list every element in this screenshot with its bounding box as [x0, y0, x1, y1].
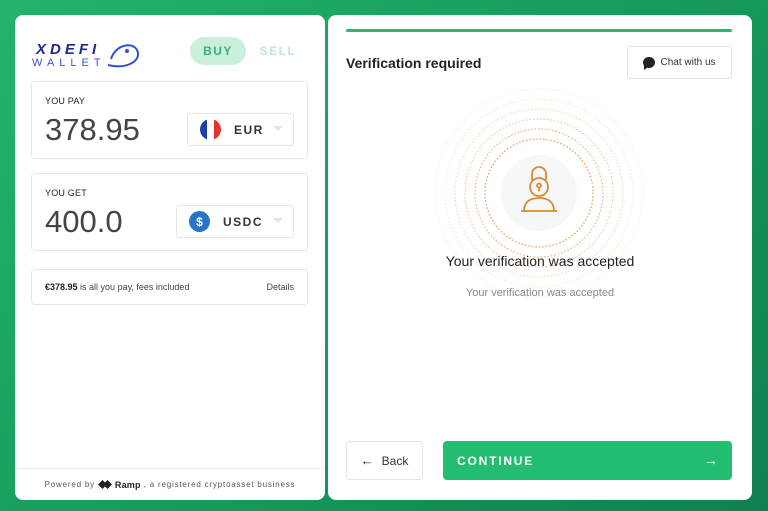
get-currency-code: USDC [223, 214, 264, 229]
chevron-down-icon [273, 218, 283, 223]
continue-button[interactable]: CONTINUE → [443, 441, 732, 480]
purchase-panel: XDEFI WALLET BUY SELL YOU PAY 378.95 EUR… [15, 15, 325, 500]
buy-tab[interactable]: BUY [190, 37, 246, 65]
xdefi-wallet-logo: XDEFI WALLET [32, 39, 142, 73]
you-get-field: YOU GET 400.0 $ USDC [31, 173, 308, 251]
powered-by-footer: Powered by Ramp , a registered cryptoass… [15, 468, 325, 500]
back-button[interactable]: ← Back [346, 441, 423, 480]
footer-prefix: Powered by [44, 480, 95, 489]
pay-currency-select[interactable]: EUR [187, 113, 294, 146]
arrow-right-icon: → [704, 452, 718, 468]
get-currency-select[interactable]: $ USDC [176, 205, 294, 238]
fee-amount: €378.95 [45, 282, 78, 292]
pay-currency-code: EUR [234, 122, 264, 137]
ramp-logo: Ramp [97, 480, 141, 490]
verification-accepted-subtext: Your verification was accepted [465, 287, 615, 299]
pay-amount-input[interactable]: 378.95 [45, 112, 140, 148]
get-amount-input[interactable]: 400.0 [45, 204, 123, 240]
france-flag-icon [200, 119, 221, 140]
you-pay-field: YOU PAY 378.95 EUR [31, 81, 308, 159]
details-link[interactable]: Details [266, 282, 294, 292]
footer-suffix: , a registered cryptoasset business [143, 480, 296, 489]
page-title: Verification required [346, 55, 482, 71]
ramp-diamond-icon [97, 480, 112, 489]
sell-tab[interactable]: SELL [258, 37, 298, 65]
logo-swirl-icon [107, 44, 139, 68]
progress-bar [346, 29, 732, 32]
usdc-coin-icon: $ [189, 211, 210, 232]
arrow-left-icon: ← [360, 453, 374, 468]
you-get-label: YOU GET [45, 188, 87, 198]
fee-summary: €378.95 is all you pay, fees included De… [31, 269, 308, 305]
verification-accepted-heading: Your verification was accepted [445, 253, 635, 269]
you-pay-label: YOU PAY [45, 96, 86, 106]
buy-sell-toggle: BUY SELL [190, 37, 310, 65]
chevron-down-icon [273, 126, 283, 131]
fee-text: is all you pay, fees included [77, 282, 190, 292]
verification-panel: Verification required Chat with us Your … [328, 15, 752, 500]
chat-bubble-icon [643, 57, 656, 70]
chat-with-us-button[interactable]: Chat with us [627, 46, 732, 79]
